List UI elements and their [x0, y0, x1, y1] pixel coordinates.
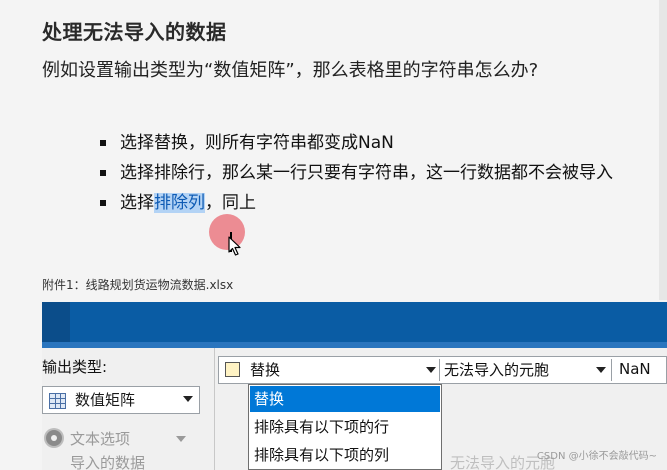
bullet-item-exclude-rows: 选择排除行，那么某一行只要有字符串，这一行数据都不会被导入 [92, 158, 642, 188]
watermark: CSDN @小徐不会敲代码~ [536, 451, 657, 462]
caption-strip: 附件1：线路规划货运物流数据.xlsx [42, 274, 667, 302]
slide: 处理无法导入的数据 例如设置输出类型为“数值矩阵”，那么表格里的字符串怎么办? … [0, 0, 667, 470]
ribbon-underline [42, 342, 667, 348]
bullet-text: 选择排除行，那么某一行只要有字符串，这一行数据都不会被导入 [120, 163, 613, 183]
slide-intro: 例如设置输出类型为“数值矩阵”，那么表格里的字符串怎么办? [42, 60, 539, 81]
ribbon-tab[interactable] [42, 302, 70, 342]
imported-data-label: 导入的数据 [70, 454, 146, 470]
dropdown-option-exclude-columns[interactable]: 排除具有以下项的列 [250, 442, 440, 468]
bullet-item-exclude-columns: 选择排除列，同上 [92, 188, 642, 218]
slide-edge-shade [659, 0, 667, 300]
text-options-button[interactable]: 文本选项 [70, 428, 130, 449]
bullet-text: 选择替换，则所有字符串都变成NaN [120, 133, 394, 153]
rule-cell-type-value: 无法导入的元胞 [444, 361, 550, 379]
rule-action-dropdown: 替换 排除具有以下项的行 排除具有以下项的列 [248, 384, 442, 470]
chevron-down-icon [426, 367, 436, 373]
chevron-down-icon [596, 367, 606, 373]
mouse-pointer-icon [228, 236, 241, 256]
output-type-select[interactable]: 数值矩阵 [42, 386, 200, 414]
matrix-icon [49, 393, 66, 409]
chevron-down-icon [176, 436, 186, 442]
replacement-value-field[interactable] [615, 358, 667, 380]
rule-separator [611, 359, 612, 381]
bullet-item-replace: 选择替换，则所有字符串都变成NaN [92, 128, 642, 158]
rule-separator [439, 359, 440, 381]
chevron-down-icon [183, 396, 193, 402]
bullet-text-after: ，同上 [205, 193, 256, 213]
output-type-label: 输出类型: [42, 358, 108, 376]
import-tool-screenshot: 输出类型: 数值矩阵 文本选项 导入的数据 替换 无法导入的元胞 NaN 无法导… [42, 302, 667, 470]
toolstrip-ribbon [42, 302, 667, 342]
unimportable-cells-rule: 替换 无法导入的元胞 [218, 356, 667, 384]
output-type-value: 数值矩阵 [75, 391, 136, 409]
bullet-text-before: 选择 [120, 193, 154, 213]
dropdown-option-replace[interactable]: 替换 [250, 386, 440, 412]
selected-text-highlight[interactable]: 排除列 [154, 193, 205, 213]
bullet-list: 选择替换，则所有字符串都变成NaN 选择排除行，那么某一行只要有字符串，这一行数… [92, 128, 642, 218]
panel-divider [214, 348, 215, 470]
color-swatch[interactable] [225, 362, 240, 377]
rule-action-value: 替换 [250, 361, 281, 379]
dropdown-option-exclude-rows[interactable]: 排除具有以下项的行 [250, 414, 440, 440]
gear-icon [46, 430, 62, 446]
slide-title: 处理无法导入的数据 [42, 20, 227, 44]
file-caption: 附件1：线路规划货运物流数据.xlsx [42, 278, 234, 292]
